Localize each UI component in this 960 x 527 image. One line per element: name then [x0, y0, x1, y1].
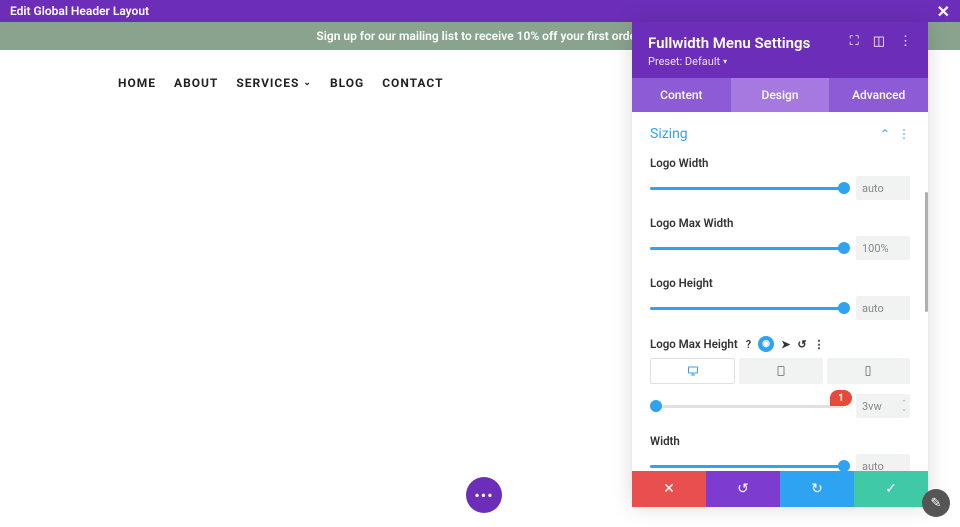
- promo-text: Sign up for our mailing list to receive …: [316, 29, 643, 43]
- panel-tabs: Content Design Advanced: [632, 78, 928, 112]
- device-tabs: [650, 358, 910, 384]
- close-icon[interactable]: ✕: [937, 2, 950, 21]
- control-logo-max-width: Logo Max Width 100%: [650, 216, 910, 260]
- slider-width[interactable]: [650, 465, 844, 468]
- chevron-up-icon[interactable]: ⌃: [880, 127, 890, 141]
- expand-icon[interactable]: ⛶: [850, 34, 859, 49]
- label-logo-max-height: Logo Max Height ? ◉ ➤ ↺ ⋮: [650, 336, 910, 352]
- tab-design[interactable]: Design: [731, 78, 830, 112]
- slider-thumb[interactable]: [838, 460, 850, 471]
- slider-thumb[interactable]: [650, 400, 662, 412]
- undo-button[interactable]: ↺: [706, 471, 780, 507]
- value-logo-width[interactable]: auto: [856, 176, 910, 200]
- tab-advanced[interactable]: Advanced: [829, 78, 928, 112]
- section-sizing-header[interactable]: Sizing ⌃ ⋮: [650, 126, 910, 142]
- device-tablet[interactable]: [739, 358, 822, 384]
- value-logo-max-height[interactable]: 3vw: [856, 394, 910, 418]
- device-phone[interactable]: [827, 358, 910, 384]
- chevron-down-icon: ▾: [723, 57, 727, 66]
- panel-preset[interactable]: Preset: Default ▾: [648, 55, 810, 68]
- redo-button[interactable]: ↻: [780, 471, 854, 507]
- options-more-icon[interactable]: ⋮: [814, 338, 825, 351]
- control-logo-max-height: Logo Max Height ? ◉ ➤ ↺ ⋮: [650, 336, 910, 418]
- more-icon[interactable]: ⋮: [899, 34, 912, 49]
- nav-blog[interactable]: BLOG: [330, 76, 364, 90]
- nav-about[interactable]: ABOUT: [174, 76, 218, 90]
- slider-thumb[interactable]: [838, 182, 850, 194]
- control-logo-height: Logo Height auto: [650, 276, 910, 320]
- control-logo-width: Logo Width auto: [650, 156, 910, 200]
- label-width: Width: [650, 434, 910, 448]
- slider-thumb[interactable]: [838, 302, 850, 314]
- label-logo-width: Logo Width: [650, 156, 910, 170]
- value-width[interactable]: auto: [856, 454, 910, 471]
- slider-thumb[interactable]: [838, 242, 850, 254]
- cancel-button[interactable]: ✕: [632, 471, 706, 507]
- nav-contact[interactable]: CONTACT: [382, 76, 443, 90]
- slider-logo-height[interactable]: [650, 307, 844, 310]
- chevron-down-icon: ⌄: [303, 78, 312, 88]
- panel-header: Fullwidth Menu Settings Preset: Default …: [632, 22, 928, 78]
- scrollbar[interactable]: [925, 192, 928, 312]
- save-button[interactable]: ✓: [854, 471, 928, 507]
- section-more-icon[interactable]: ⋮: [898, 127, 910, 141]
- nav-home[interactable]: HOME: [118, 76, 156, 90]
- label-logo-height: Logo Height: [650, 276, 910, 290]
- control-width: Width auto: [650, 434, 910, 471]
- hover-icon[interactable]: ◉: [758, 336, 774, 352]
- section-title: Sizing: [650, 126, 688, 142]
- snap-icon[interactable]: ◫: [873, 34, 885, 49]
- annotation-marker-1: 1: [830, 390, 852, 406]
- label-logo-max-width: Logo Max Width: [650, 216, 910, 230]
- settings-panel: Fullwidth Menu Settings Preset: Default …: [632, 22, 928, 507]
- edit-bar-title: Edit Global Header Layout: [10, 4, 149, 18]
- value-logo-height[interactable]: auto: [856, 296, 910, 320]
- tab-content[interactable]: Content: [632, 78, 731, 112]
- nav-services[interactable]: SERVICES⌄: [236, 76, 312, 90]
- slider-logo-max-width[interactable]: [650, 247, 844, 250]
- panel-footer: ✕ ↺ ↻ ✓: [632, 471, 928, 507]
- value-logo-max-width[interactable]: 100%: [856, 236, 910, 260]
- panel-body: Sizing ⌃ ⋮ Logo Width auto Logo Max Widt…: [632, 112, 928, 471]
- reset-icon[interactable]: ↺: [797, 338, 806, 351]
- cursor-icon[interactable]: ➤: [781, 338, 790, 351]
- slider-logo-width[interactable]: [650, 187, 844, 190]
- device-desktop[interactable]: [650, 358, 735, 384]
- slider-logo-max-height[interactable]: [650, 405, 844, 408]
- tablet-icon: [775, 365, 787, 377]
- desktop-icon: [687, 365, 699, 377]
- help-icon[interactable]: ?: [746, 338, 751, 351]
- phone-icon: [862, 365, 874, 377]
- panel-title: Fullwidth Menu Settings: [648, 34, 810, 52]
- page-fab[interactable]: •••: [466, 477, 502, 513]
- global-header-edit-bar: Edit Global Header Layout ✕: [0, 0, 960, 22]
- corner-fab[interactable]: ✎: [922, 489, 950, 517]
